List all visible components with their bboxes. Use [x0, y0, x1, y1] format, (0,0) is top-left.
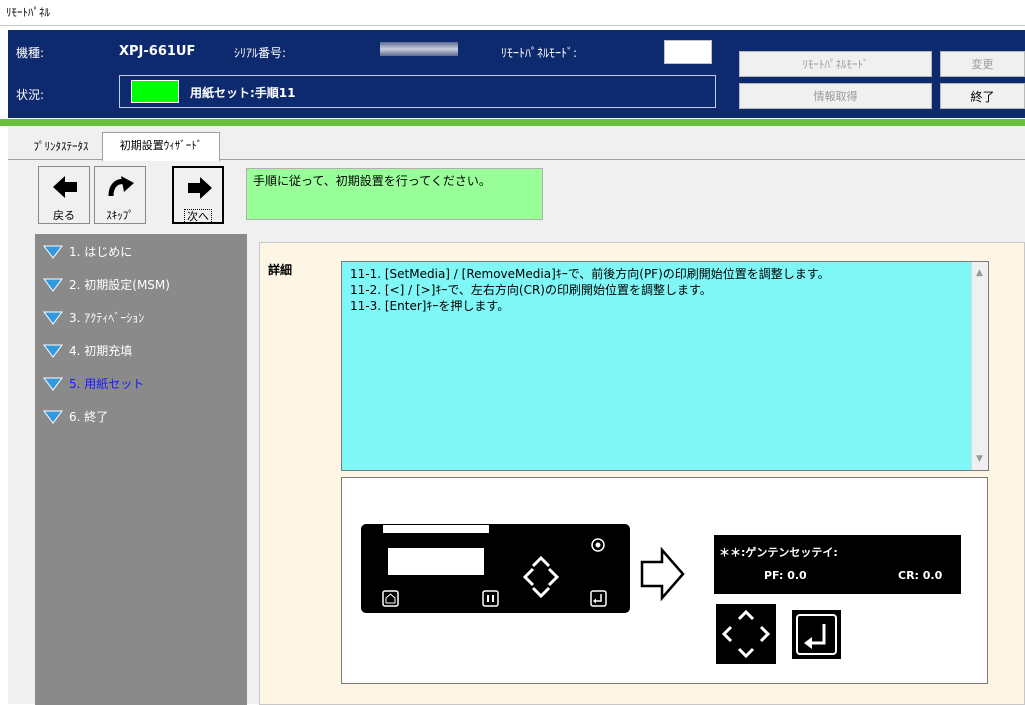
status-label: 状況:	[16, 88, 45, 102]
skip-button[interactable]: ｽｷｯﾌﾟ	[94, 166, 146, 224]
exit-button[interactable]: 終了	[940, 83, 1025, 109]
skip-arrow-icon	[108, 176, 134, 197]
tab-strip: ﾌﾟﾘﾝﾀｽﾃｰﾀｽ 初期設置ｳｨｻﾞｰﾄﾞ	[8, 126, 1025, 161]
model-label: 機種:	[16, 46, 45, 60]
lcd-cr: CR: 0.0	[898, 569, 943, 582]
step-label: 3. ｱｸﾃｨﾍﾞｰｼｮﾝ	[69, 311, 145, 325]
scroll-up-icon[interactable]: ▲	[976, 265, 983, 281]
back-label: 戻る	[53, 209, 75, 222]
enter-key-icon	[792, 610, 841, 659]
wizard-pane: 戻る ｽｷｯﾌﾟ 次へ 手順に従って、初期設置を行ってください。 1. はじめに…	[8, 159, 1025, 705]
status-indicator	[131, 80, 179, 103]
triangle-down-icon	[43, 311, 63, 325]
get-info-button[interactable]: 情報取得	[739, 83, 932, 109]
serial-number-redacted	[380, 42, 458, 56]
status-text: 用紙セット:手順11	[190, 86, 296, 100]
triangle-down-icon	[43, 344, 63, 358]
step-label: 1. はじめに	[69, 245, 133, 259]
diagram-graphic: ＊＊:ゲンテンセッテイ: PF: 0.0 CR: 0.0	[361, 524, 961, 664]
skip-label: ｽｷｯﾌﾟ	[106, 209, 134, 222]
header-panel: 機種: XPJ-661UF ｼﾘｱﾙ番号: ﾘﾓｰﾄﾊﾟﾈﾙﾓｰﾄﾞ: 状況: …	[8, 30, 1025, 118]
control-panel-illustration	[361, 524, 630, 613]
scroll-down-icon[interactable]: ▼	[976, 451, 983, 467]
steps-panel: 1. はじめに 2. 初期設定(MSM) 3. ｱｸﾃｨﾍﾞｰｼｮﾝ 4. 初期…	[35, 234, 247, 705]
operation-diagram: ＊＊:ゲンテンセッテイ: PF: 0.0 CR: 0.0	[341, 477, 988, 684]
triangle-down-icon	[43, 245, 63, 259]
tab-initial-setup-wizard[interactable]: 初期設置ｳｨｻﾞｰﾄﾞ	[102, 132, 220, 161]
detail-textbox[interactable]: 11-1. [SetMedia] / [RemoveMedia]ｷｰで、前後方向…	[341, 261, 989, 471]
detail-panel: 詳細 11-1. [SetMedia] / [RemoveMedia]ｷｰで、前…	[259, 242, 1025, 705]
remote-mode-label: ﾘﾓｰﾄﾊﾟﾈﾙﾓｰﾄﾞ:	[501, 46, 578, 60]
detail-line: 11-3. [Enter]ｷｰを押します。	[350, 299, 510, 313]
next-label: 次へ	[184, 209, 212, 224]
direction-pad-icon	[716, 604, 776, 664]
tab-printer-status[interactable]: ﾌﾟﾘﾝﾀｽﾃｰﾀｽ	[20, 136, 102, 160]
detail-line: 11-2. [<] / [>]ｷｰで、左右方向(CR)の印刷開始位置を調整します…	[350, 283, 712, 297]
arrow-right-icon	[188, 177, 212, 199]
instruction-message: 手順に従って、初期設置を行ってください。	[246, 168, 543, 220]
step-label: 2. 初期設定(MSM)	[69, 278, 170, 292]
status-frame: 用紙セット:手順11	[119, 75, 716, 108]
triangle-down-icon	[43, 410, 63, 424]
step-label: 5. 用紙セット	[69, 377, 145, 391]
triangle-down-icon	[43, 377, 63, 391]
change-button[interactable]: 変更	[940, 51, 1025, 77]
remote-panel-mode-button[interactable]: ﾘﾓｰﾄﾊﾟﾈﾙﾓｰﾄﾞ	[739, 51, 932, 77]
detail-scrollbar[interactable]: ▲ ▼	[971, 262, 988, 470]
serial-label: ｼﾘｱﾙ番号:	[234, 46, 287, 60]
next-button[interactable]: 次へ	[172, 166, 224, 224]
remote-mode-indicator	[664, 40, 712, 64]
step-label: 6. 終了	[69, 410, 109, 424]
lcd-pf: PF: 0.0	[764, 569, 807, 582]
arrow-left-icon	[53, 176, 77, 198]
triangle-down-icon	[43, 278, 63, 292]
detail-line: 11-1. [SetMedia] / [RemoveMedia]ｷｰで、前後方向…	[350, 267, 830, 281]
back-button[interactable]: 戻る	[38, 166, 90, 224]
window-title: ﾘﾓｰﾄﾊﾟﾈﾙ	[0, 0, 1025, 26]
accent-divider	[0, 119, 1025, 126]
lcd-line1: ＊＊:ゲンテンセッテイ:	[719, 545, 838, 559]
model-value: XPJ-661UF	[119, 44, 196, 59]
step-label: 4. 初期充填	[69, 344, 133, 358]
lcd-display	[714, 535, 961, 594]
arrow-right-outline-icon	[640, 546, 685, 602]
detail-label: 詳細	[268, 263, 293, 277]
